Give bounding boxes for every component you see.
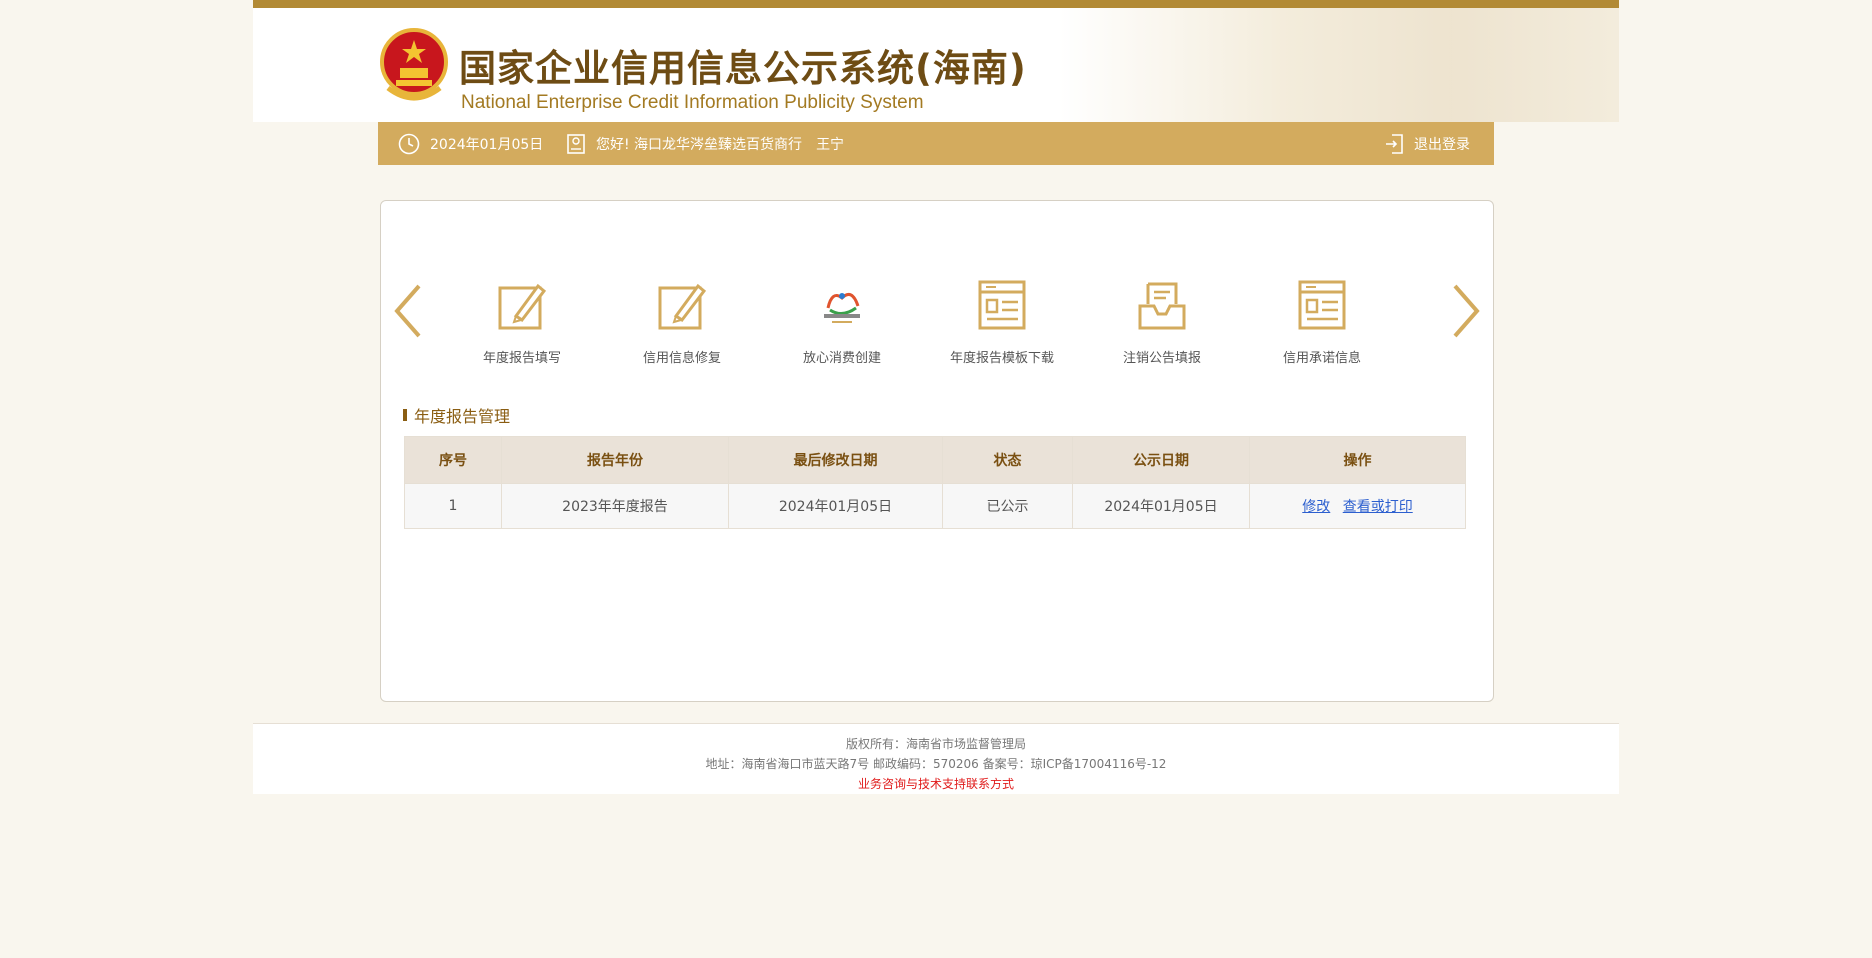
main-panel: 年度报告填写 信用信息修复 放心消费创建 年度报告模板下载 注销公告填报 信用承…	[380, 200, 1494, 702]
page-header: 国家企业信用信息公示系统(海南) National Enterprise Cre…	[253, 0, 1619, 702]
inbox-icon	[1138, 282, 1186, 330]
consumer-logo	[824, 292, 860, 323]
current-date: 2024年01月05日	[430, 136, 544, 153]
menu-label: 年度报告填写	[482, 351, 561, 366]
menu-credit-repair[interactable]: 信用信息修复	[607, 275, 757, 366]
cell-actions: 修改 查看或打印	[1249, 483, 1466, 529]
document-icon	[978, 280, 1026, 330]
footer-address: 地址：海南省海口市蓝天路7号 邮政编码：570206 备案号：琼ICP备1700…	[705, 757, 1167, 771]
info-bar: 2024年01月05日 您好! 海口龙华涔垒臻选百货商行 王宁 退出登录	[378, 122, 1494, 165]
col-actions: 操作	[1249, 436, 1466, 484]
menu-credit-commitment[interactable]: 信用承诺信息	[1247, 275, 1397, 366]
logout-button[interactable]: 退出登录	[1384, 122, 1470, 165]
top-stripe	[253, 0, 1619, 8]
annual-report-table: 序号 报告年份 最后修改日期 状态 公示日期 操作 1 2023年年度报告 20…	[404, 436, 1466, 529]
site-subtitle: National Enterprise Credit Information P…	[461, 92, 924, 113]
header-banner: 国家企业信用信息公示系统(海南) National Enterprise Cre…	[253, 8, 1619, 122]
menu-cancellation-notice[interactable]: 注销公告填报	[1087, 275, 1237, 366]
greeting-text: 您好! 海口龙华涔垒臻选百货商行	[596, 136, 803, 153]
footer: 版权所有：海南省市场监督管理局 地址：海南省海口市蓝天路7号 邮政编码：5702…	[253, 723, 1619, 794]
mountain-background	[1059, 8, 1619, 122]
menu-label: 信用承诺信息	[1282, 351, 1361, 366]
section-title-text: 年度报告管理	[414, 407, 511, 426]
carousel-next-arrow-icon[interactable]	[1445, 281, 1485, 341]
footer-copyright: 版权所有：海南省市场监督管理局	[845, 737, 1026, 751]
site-title: 国家企业信用信息公示系统(海南)	[459, 47, 1027, 90]
document-icon	[1298, 280, 1346, 330]
logout-label: 退出登录	[1414, 136, 1470, 153]
col-published: 公示日期	[1072, 436, 1250, 484]
col-year: 报告年份	[501, 436, 729, 484]
col-status: 状态	[942, 436, 1073, 484]
menu-consumer-trust[interactable]: 放心消费创建	[767, 275, 917, 366]
table-row: 1 2023年年度报告 2024年01月05日 已公示 2024年01月05日 …	[404, 483, 1466, 529]
clock-icon	[398, 133, 420, 154]
col-index: 序号	[404, 436, 502, 484]
menu-label: 放心消费创建	[802, 351, 881, 366]
view-print-link[interactable]: 查看或打印	[1343, 499, 1413, 515]
menu-template-download[interactable]: 年度报告模板下载	[927, 275, 1077, 366]
section-marker	[403, 409, 407, 421]
cell-index: 1	[404, 483, 502, 529]
edit-link[interactable]: 修改	[1302, 499, 1330, 515]
user-item: 您好! 海口龙华涔垒臻选百货商行 王宁	[566, 122, 844, 165]
section-title: 年度报告管理	[403, 403, 510, 427]
menu-label: 注销公告填报	[1122, 351, 1201, 366]
footer-contact-link[interactable]: 业务咨询与技术支持联系方式	[253, 774, 1619, 794]
date-item: 2024年01月05日	[398, 122, 543, 165]
logout-icon	[1386, 133, 1403, 154]
cell-year: 2023年年度报告	[501, 483, 729, 529]
edit-icon	[498, 283, 546, 330]
col-modified: 最后修改日期	[728, 436, 943, 484]
edit-icon	[658, 283, 706, 330]
cell-modified: 2024年01月05日	[728, 483, 943, 529]
user-name: 王宁	[816, 136, 845, 153]
carousel-prev-arrow-icon[interactable]	[389, 281, 429, 341]
cell-status: 已公示	[942, 483, 1073, 529]
user-card-icon	[567, 133, 585, 154]
menu-label: 年度报告模板下载	[949, 351, 1054, 366]
national-emblem-icon	[380, 28, 448, 101]
menu-annual-report-fill[interactable]: 年度报告填写	[447, 275, 597, 366]
table-header-row: 序号 报告年份 最后修改日期 状态 公示日期 操作	[404, 436, 1466, 484]
menu-label: 信用信息修复	[642, 351, 721, 366]
cell-published: 2024年01月05日	[1072, 483, 1250, 529]
